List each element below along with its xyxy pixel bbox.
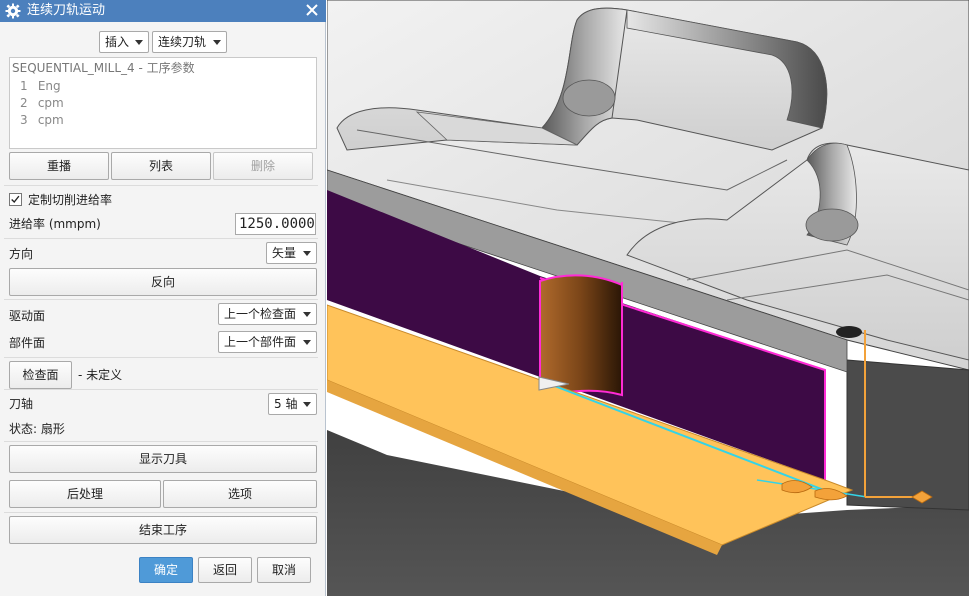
list-item-number: 2 (20, 96, 28, 110)
operation-parameter-list[interactable]: SEQUENTIAL_MILL_4 - 工序参数 1 Eng 2 cpm 3 c… (9, 57, 317, 149)
tool-axis-label: 刀轴 (9, 397, 34, 411)
feed-rate-input[interactable]: 1250.0000 (235, 213, 316, 235)
chevron-down-icon (303, 251, 311, 256)
tool-axis-dropdown[interactable]: 5 轴 (268, 393, 317, 415)
check-surface-button[interactable]: 检查面 (9, 361, 72, 389)
part-surface-label: 部件面 (9, 336, 46, 350)
options-button[interactable]: 选项 (163, 480, 317, 508)
chevron-down-icon (303, 312, 311, 317)
list-item[interactable]: 1 Eng (20, 79, 61, 93)
dialog-title: 连续刀轨运动 (27, 3, 106, 18)
list-item-text: cpm (37, 113, 64, 127)
ok-button[interactable]: 确定 (139, 557, 193, 583)
list-item-number: 1 (20, 79, 28, 93)
close-icon[interactable] (304, 2, 320, 18)
back-button[interactable]: 返回 (198, 557, 252, 583)
check-surface-status: - 未定义 (78, 368, 123, 382)
dialog-title-bar[interactable]: 连续刀轨运动 (0, 0, 326, 22)
motion-type-dropdown[interactable]: 连续刀轨 (152, 31, 227, 53)
chevron-down-icon (303, 340, 311, 345)
direction-value: 矢量 (272, 246, 297, 260)
insert-mode-dropdown[interactable]: 插入 (99, 31, 149, 53)
divider (4, 441, 318, 442)
divider (4, 512, 318, 513)
custom-feed-label: 定制切削进给率 (28, 193, 113, 207)
chevron-down-icon (303, 402, 311, 407)
motion-type-value: 连续刀轨 (158, 35, 207, 49)
screen: 连续刀轨运动 插入 连续刀轨 SEQUENTIAL_MILL_4 - 工序参数 … (0, 0, 969, 596)
part-surface-value: 上一个部件面 (224, 335, 297, 349)
postprocess-button[interactable]: 后处理 (9, 480, 161, 508)
part-surface-dropdown[interactable]: 上一个部件面 (218, 331, 317, 353)
feed-rate-label: 进给率 (mmpm) (9, 217, 101, 231)
show-tool-button[interactable]: 显示刀具 (9, 445, 317, 473)
direction-dropdown[interactable]: 矢量 (266, 242, 317, 264)
divider (4, 238, 318, 239)
tool-axis-value: 5 轴 (274, 397, 298, 411)
graphics-viewport[interactable] (327, 0, 969, 596)
drive-surface-label: 驱动面 (9, 309, 46, 323)
list-button[interactable]: 列表 (111, 152, 211, 180)
end-operation-button[interactable]: 结束工序 (9, 516, 317, 544)
reverse-button[interactable]: 反向 (9, 268, 317, 296)
insert-mode-value: 插入 (105, 35, 130, 49)
direction-label: 方向 (9, 247, 34, 261)
list-header: SEQUENTIAL_MILL_4 - 工序参数 (12, 61, 195, 75)
checkmark-icon (11, 195, 20, 204)
status-text: 状态: 扇形 (9, 422, 65, 436)
cancel-button[interactable]: 取消 (257, 557, 311, 583)
continuous-path-motion-dialog: 连续刀轨运动 插入 连续刀轨 SEQUENTIAL_MILL_4 - 工序参数 … (0, 0, 326, 596)
gear-icon (5, 3, 21, 19)
chevron-down-icon (213, 40, 221, 45)
divider (4, 389, 318, 390)
drive-surface-dropdown[interactable]: 上一个检查面 (218, 303, 317, 325)
replay-button[interactable]: 重播 (9, 152, 109, 180)
delete-button[interactable]: 删除 (213, 152, 313, 180)
list-item[interactable]: 2 cpm (20, 96, 64, 110)
divider (4, 185, 318, 186)
divider (4, 357, 318, 358)
divider (4, 299, 318, 300)
chevron-down-icon (135, 40, 143, 45)
drive-surface-value: 上一个检查面 (224, 307, 297, 321)
list-item-text: Eng (37, 79, 61, 93)
list-item-text: cpm (37, 96, 64, 110)
custom-feed-checkbox[interactable] (9, 193, 22, 206)
list-item[interactable]: 3 cpm (20, 113, 64, 127)
part-model-render (327, 0, 969, 596)
list-item-number: 3 (20, 113, 28, 127)
